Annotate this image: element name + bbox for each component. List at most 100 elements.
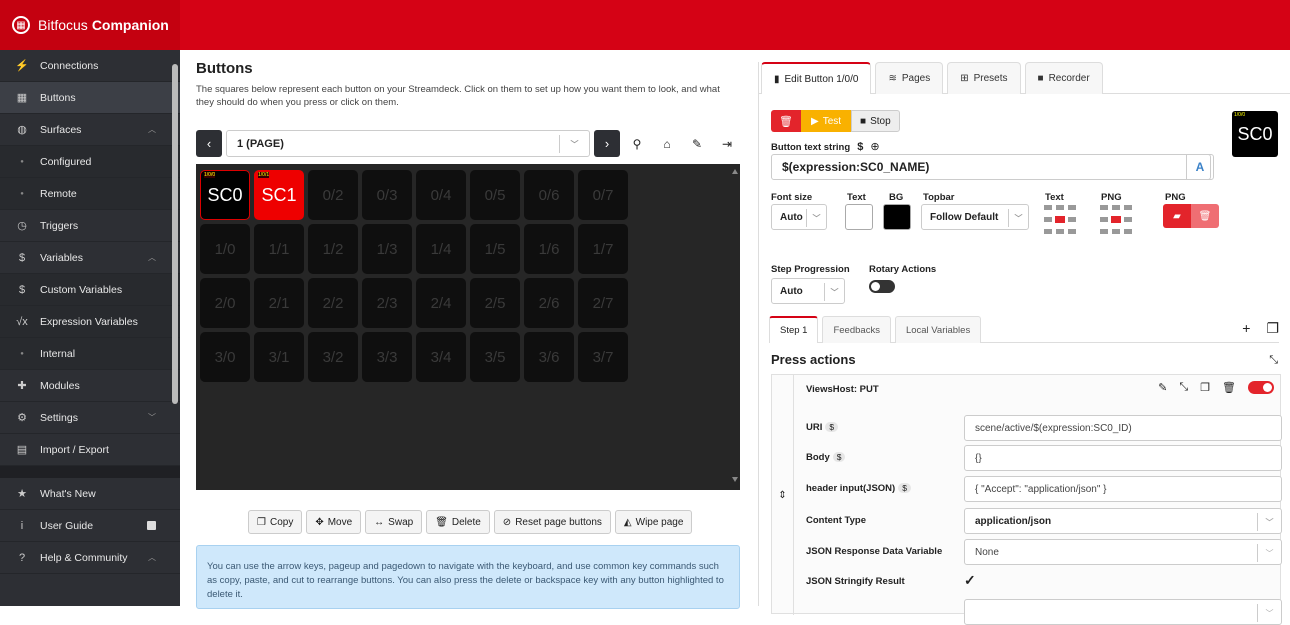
sidebar-item-expression-variables[interactable]: √x Expression Variables (0, 306, 180, 338)
grid-button[interactable]: 3/3 (362, 332, 412, 382)
duplicate-step-icon[interactable]: ❐ (1266, 320, 1279, 337)
content-type-select[interactable]: application/json ﹀ (964, 508, 1282, 534)
text-color-picker[interactable] (845, 204, 873, 230)
grid-button[interactable]: 1/0 (200, 224, 250, 274)
bg-color-picker[interactable] (883, 204, 911, 230)
sidebar-item-variables[interactable]: $ Variables ︿ (0, 242, 180, 274)
grid-button[interactable]: 1/0/0 SC0 (200, 170, 250, 220)
delete-button[interactable]: 🗑 Delete (426, 510, 490, 534)
grid-button[interactable]: 2/7 (578, 278, 628, 328)
grid-button[interactable]: 1/4 (416, 224, 466, 274)
grid-button[interactable]: 3/1 (254, 332, 304, 382)
compress-icon[interactable]: ⤡ (1179, 381, 1188, 394)
move-button[interactable]: ✥ Move (306, 510, 362, 534)
wipe-page-button[interactable]: ◭ Wipe page (614, 510, 693, 534)
tab-edit-button[interactable]: ▮ Edit Button 1/0/0 (761, 62, 872, 94)
tab-local-variables[interactable]: Local Variables (894, 316, 982, 343)
grid-button[interactable]: 1/2 (308, 224, 358, 274)
grid-button[interactable]: 0/4 (416, 170, 466, 220)
grid-button[interactable]: 3/2 (308, 332, 358, 382)
grid-button[interactable]: 0/7 (578, 170, 628, 220)
grid-button[interactable]: 1/1 (254, 224, 304, 274)
tab-feedbacks[interactable]: Feedbacks (822, 316, 891, 343)
tab-recorder[interactable]: ■ Recorder (1024, 62, 1103, 94)
globe-icon[interactable]: ⊕ (870, 141, 879, 153)
sidebar-item-user-guide[interactable]: i User Guide (0, 510, 180, 542)
tab-pages[interactable]: ≋ Pages (875, 62, 944, 94)
trash-icon[interactable]: 🗑 (1222, 381, 1236, 394)
variable-badge[interactable]: $ (898, 483, 911, 493)
next-page-button[interactable]: › (594, 130, 620, 157)
page-select[interactable]: 1 (PAGE) ﹀ (226, 130, 590, 157)
rotary-actions-toggle[interactable] (869, 280, 895, 293)
test-button[interactable]: ▶ Test (801, 110, 852, 132)
home-button[interactable]: ⌂ (654, 130, 680, 157)
collapse-all-icon[interactable]: ⤡ (1269, 354, 1278, 367)
grid-button[interactable]: 0/2 (308, 170, 358, 220)
button-text-input[interactable]: $(expression:SC0_NAME) (771, 154, 1211, 180)
brand-logo[interactable]: ▦ Bitfocus Companion (0, 0, 180, 50)
sidebar-item-surfaces[interactable]: ◍ Surfaces ︿ (0, 114, 180, 146)
font-size-select[interactable]: Auto ﹀ (771, 204, 827, 230)
sidebar-item-whats-new[interactable]: ★ What's New (0, 478, 180, 510)
png-open-button[interactable]: ▰ (1163, 204, 1191, 228)
sidebar-item-help-community[interactable]: ? Help & Community ︿ (0, 542, 180, 574)
grid-button[interactable]: 1/7 (578, 224, 628, 274)
grid-button[interactable]: 2/6 (524, 278, 574, 328)
grid-button[interactable]: 1/6 (524, 224, 574, 274)
sidebar-item-triggers[interactable]: ◷ Triggers (0, 210, 180, 242)
tab-step-1[interactable]: Step 1 (769, 316, 819, 343)
grid-button[interactable]: 3/7 (578, 332, 628, 382)
grid-button[interactable]: 0/6 (524, 170, 574, 220)
prev-page-button[interactable]: ‹ (196, 130, 222, 157)
grid-button[interactable]: 1/5 (470, 224, 520, 274)
grid-button[interactable]: 0/3 (362, 170, 412, 220)
header-json-input[interactable]: { "Accept": "application/json" } (964, 476, 1282, 502)
add-step-icon[interactable]: + (1242, 320, 1250, 337)
grid-button[interactable]: 1/0/1 SC1 (254, 170, 304, 220)
sidebar-item-modules[interactable]: ✚ Modules (0, 370, 180, 402)
body-input[interactable]: {} (964, 445, 1282, 471)
json-response-variable-select[interactable]: None ﹀ (964, 539, 1282, 565)
grid-button[interactable]: 2/2 (308, 278, 358, 328)
search-button[interactable]: ⚲ (624, 130, 650, 157)
drag-handle[interactable]: ⇕ (772, 375, 794, 615)
delete-button-button[interactable]: 🗑 (771, 110, 801, 132)
grid-button[interactable]: 3/4 (416, 332, 466, 382)
text-alignment-picker[interactable] (1043, 202, 1077, 236)
sidebar-item-connections[interactable]: ⚡ Connections (0, 50, 180, 82)
sidebar-item-configured[interactable]: ● Configured (0, 146, 180, 178)
grid-button[interactable]: 2/5 (470, 278, 520, 328)
sidebar-scrollbar[interactable] (171, 50, 179, 470)
text-mode-toggle[interactable]: A (1186, 154, 1214, 180)
sidebar-item-remote[interactable]: ● Remote (0, 178, 180, 210)
grid-button[interactable]: 3/6 (524, 332, 574, 382)
json-stringify-checkbox[interactable]: ✓ (964, 572, 980, 588)
step-progression-select[interactable]: Auto ﹀ (771, 278, 845, 304)
sidebar-item-import-export[interactable]: ▤ Import / Export (0, 434, 180, 466)
copy-icon[interactable]: ❐ (1200, 381, 1210, 394)
dollar-icon[interactable]: $ (857, 141, 863, 153)
reset-page-buttons-button[interactable]: ⊘ Reset page buttons (493, 510, 611, 534)
grid-button[interactable]: 2/0 (200, 278, 250, 328)
scrollbar-thumb[interactable] (172, 64, 178, 404)
grid-button[interactable]: 3/5 (470, 332, 520, 382)
png-delete-button[interactable]: 🗑 (1191, 204, 1219, 228)
pencil-icon[interactable]: ✎ (1158, 381, 1167, 394)
grid-button[interactable]: 1/3 (362, 224, 412, 274)
grid-button[interactable]: 2/1 (254, 278, 304, 328)
export-page-button[interactable]: ⇥ (714, 130, 740, 157)
stop-button[interactable]: ■ Stop (851, 110, 900, 132)
sidebar-item-settings[interactable]: ⚙ Settings ﹀ (0, 402, 180, 434)
grid-vertical-scrollbar[interactable] (732, 168, 738, 483)
topbar-select[interactable]: Follow Default ﹀ (921, 204, 1029, 230)
next-select[interactable]: ﹀ (964, 599, 1282, 625)
grid-button[interactable]: 0/5 (470, 170, 520, 220)
sidebar-item-internal[interactable]: ● Internal (0, 338, 180, 370)
copy-button[interactable]: ❐ Copy (248, 510, 303, 534)
sidebar-item-buttons[interactable]: ▦ Buttons (0, 82, 180, 114)
grid-button[interactable]: 2/4 (416, 278, 466, 328)
variable-badge[interactable]: $ (832, 452, 846, 462)
variable-badge[interactable]: $ (825, 422, 839, 432)
swap-button[interactable]: ↔ Swap (365, 510, 423, 534)
